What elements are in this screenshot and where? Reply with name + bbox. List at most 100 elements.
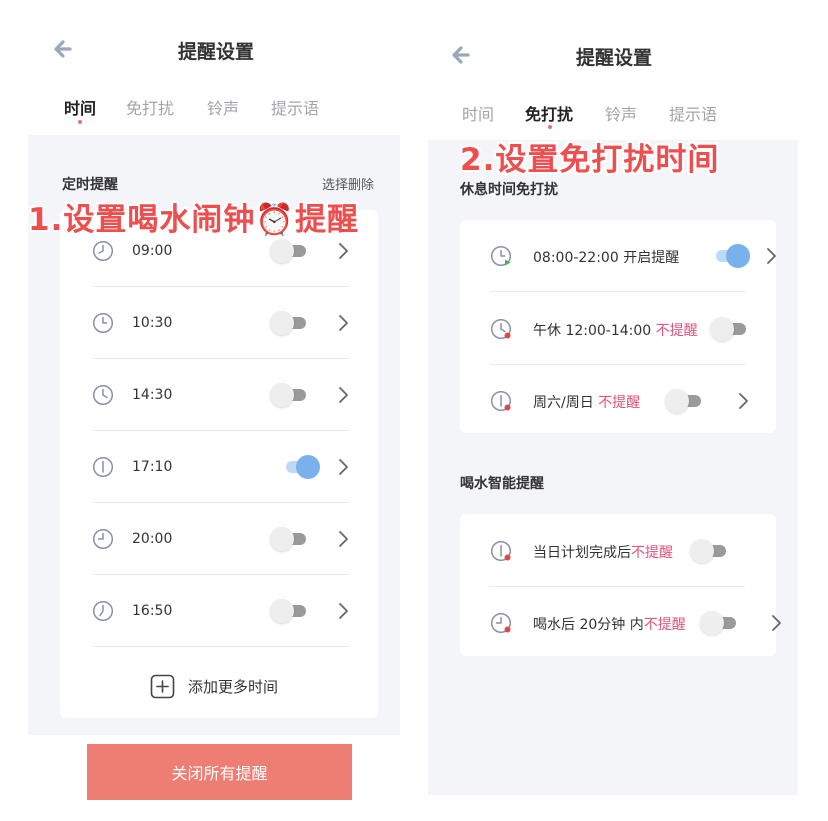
chevron-right-icon[interactable] bbox=[337, 602, 349, 620]
tab-time[interactable]: 时间 bbox=[64, 95, 96, 119]
setting-status-text: 不提醒 bbox=[598, 395, 641, 411]
close-all-reminders-button[interactable]: 关闭所有提醒 bbox=[87, 744, 352, 800]
clock-icon bbox=[92, 456, 114, 478]
tab-do-not-disturb[interactable]: 免打扰 bbox=[525, 101, 573, 125]
toggle-knob bbox=[270, 527, 294, 551]
chevron-right-icon[interactable] bbox=[337, 530, 349, 548]
reminder-toggle[interactable] bbox=[690, 539, 730, 563]
tab-ringtone[interactable]: 铃声 bbox=[605, 101, 637, 125]
setting-label: 周六/周日 不提醒 bbox=[533, 392, 640, 412]
page-title: 提醒设置 bbox=[178, 41, 255, 63]
setting-text: 喝水后 20分钟 内 bbox=[533, 617, 644, 633]
chevron-right-icon[interactable] bbox=[765, 247, 777, 265]
reminder-time-label: 17:10 bbox=[132, 459, 173, 475]
tab-prompt[interactable]: 提示语 bbox=[669, 101, 717, 125]
reminder-toggle[interactable] bbox=[270, 599, 310, 623]
toggle-knob bbox=[726, 244, 750, 268]
section-label-timed-reminder: 定时提醒 bbox=[62, 177, 118, 193]
section-label-rest-dnd: 休息时间免打扰 bbox=[460, 182, 558, 198]
setting-text: 08:00-22:00 开启提醒 bbox=[533, 250, 680, 266]
chevron-right-icon[interactable] bbox=[337, 386, 349, 404]
clock-icon bbox=[92, 240, 114, 262]
reminder-row[interactable]: 20:00 bbox=[92, 503, 350, 575]
chevron-right-icon[interactable] bbox=[737, 392, 749, 410]
plus-square-icon bbox=[150, 674, 175, 699]
clock-icon bbox=[92, 600, 114, 622]
setting-row[interactable]: 午休 12:00-14:00 不提醒 bbox=[490, 293, 775, 365]
setting-label: 午休 12:00-14:00 不提醒 bbox=[533, 320, 698, 340]
clock-icon bbox=[490, 245, 512, 267]
reminder-toggle[interactable] bbox=[270, 527, 310, 551]
right-screen: 提醒设置 时间 免打扰 铃声 提示语 2.设置免打扰时间 休息时间免打扰 喝水智… bbox=[418, 0, 828, 800]
tab-prompt[interactable]: 提示语 bbox=[271, 95, 319, 119]
clock-icon bbox=[490, 390, 512, 412]
chevron-right-icon[interactable] bbox=[337, 314, 349, 332]
setting-row[interactable]: 喝水后 20分钟 内不提醒 bbox=[490, 587, 781, 659]
setting-row[interactable]: 周六/周日 不提醒 bbox=[490, 365, 775, 437]
reminder-toggle[interactable] bbox=[700, 611, 740, 635]
select-delete-link[interactable]: 选择删除 bbox=[322, 174, 374, 193]
chevron-right-icon[interactable] bbox=[770, 614, 782, 632]
off-status-icon bbox=[504, 554, 511, 561]
reminder-toggle[interactable] bbox=[270, 383, 310, 407]
section-label-smart-reminder: 喝水智能提醒 bbox=[460, 476, 544, 492]
chevron-right-icon[interactable] bbox=[337, 242, 349, 260]
toggle-knob bbox=[270, 599, 294, 623]
reminder-toggle[interactable] bbox=[270, 311, 310, 335]
setting-text: 午休 12:00-14:00 bbox=[533, 323, 656, 339]
setting-text: 当日计划完成后 bbox=[533, 545, 631, 561]
tab-do-not-disturb[interactable]: 免打扰 bbox=[126, 95, 174, 119]
setting-status-text: 不提醒 bbox=[655, 323, 698, 339]
setting-label: 喝水后 20分钟 内不提醒 bbox=[533, 614, 686, 634]
reminder-row[interactable]: 09:00 bbox=[92, 215, 350, 287]
clock-icon bbox=[490, 318, 512, 340]
reminder-row[interactable]: 14:30 bbox=[92, 359, 350, 431]
active-tab-indicator bbox=[78, 120, 82, 124]
off-status-icon bbox=[504, 626, 511, 633]
reminder-row[interactable]: 10:30 bbox=[92, 287, 350, 359]
toggle-knob bbox=[270, 311, 294, 335]
setting-label: 当日计划完成后不提醒 bbox=[533, 542, 673, 562]
setting-text: 周六/周日 bbox=[533, 395, 599, 411]
reminder-toggle[interactable] bbox=[270, 239, 310, 263]
toggle-knob bbox=[665, 389, 689, 413]
left-screen: 提醒设置 时间 免打扰 铃声 提示语 定时提醒 选择删除 1.设置喝水闹钟⏰提醒… bbox=[0, 0, 410, 800]
annotation-step-2: 2.设置免打扰时间 bbox=[460, 142, 720, 178]
reminder-time-label: 20:00 bbox=[132, 531, 173, 547]
off-status-icon bbox=[504, 404, 511, 411]
clock-icon bbox=[92, 312, 114, 334]
add-more-time-button[interactable]: 添加更多时间 bbox=[150, 672, 300, 702]
chevron-right-icon[interactable] bbox=[337, 458, 349, 476]
clock-icon bbox=[92, 528, 114, 550]
page-title: 提醒设置 bbox=[576, 47, 653, 69]
reminder-toggle[interactable] bbox=[665, 389, 705, 413]
reminder-toggle[interactable] bbox=[710, 244, 750, 268]
reminder-row[interactable]: 17:10 bbox=[92, 431, 350, 503]
toggle-knob bbox=[690, 539, 714, 563]
row-divider bbox=[92, 646, 350, 647]
toggle-knob bbox=[700, 611, 724, 635]
active-tab-indicator bbox=[548, 125, 552, 129]
reminder-row[interactable]: 16:50 bbox=[92, 575, 350, 647]
clock-icon bbox=[490, 540, 512, 562]
reminder-toggle[interactable] bbox=[710, 317, 750, 341]
reminder-time-label: 09:00 bbox=[132, 243, 173, 259]
toggle-knob bbox=[270, 239, 294, 263]
tab-time[interactable]: 时间 bbox=[462, 101, 494, 125]
setting-row[interactable]: 当日计划完成后不提醒 bbox=[490, 515, 775, 587]
reminder-time-label: 14:30 bbox=[132, 387, 173, 403]
reminder-time-label: 10:30 bbox=[132, 315, 173, 331]
toggle-knob bbox=[710, 317, 734, 341]
reminder-time-label: 16:50 bbox=[132, 603, 173, 619]
row-divider bbox=[490, 291, 745, 292]
back-arrow-icon[interactable] bbox=[448, 40, 478, 70]
toggle-knob bbox=[296, 455, 320, 479]
setting-row[interactable]: 08:00-22:00 开启提醒 bbox=[490, 220, 777, 292]
off-status-icon bbox=[504, 332, 511, 339]
tab-ringtone[interactable]: 铃声 bbox=[207, 95, 239, 119]
clock-icon bbox=[490, 612, 512, 634]
setting-status-text: 不提醒 bbox=[631, 545, 673, 561]
reminder-toggle[interactable] bbox=[280, 455, 320, 479]
setting-label: 08:00-22:00 开启提醒 bbox=[533, 247, 679, 267]
back-arrow-icon[interactable] bbox=[50, 34, 80, 64]
